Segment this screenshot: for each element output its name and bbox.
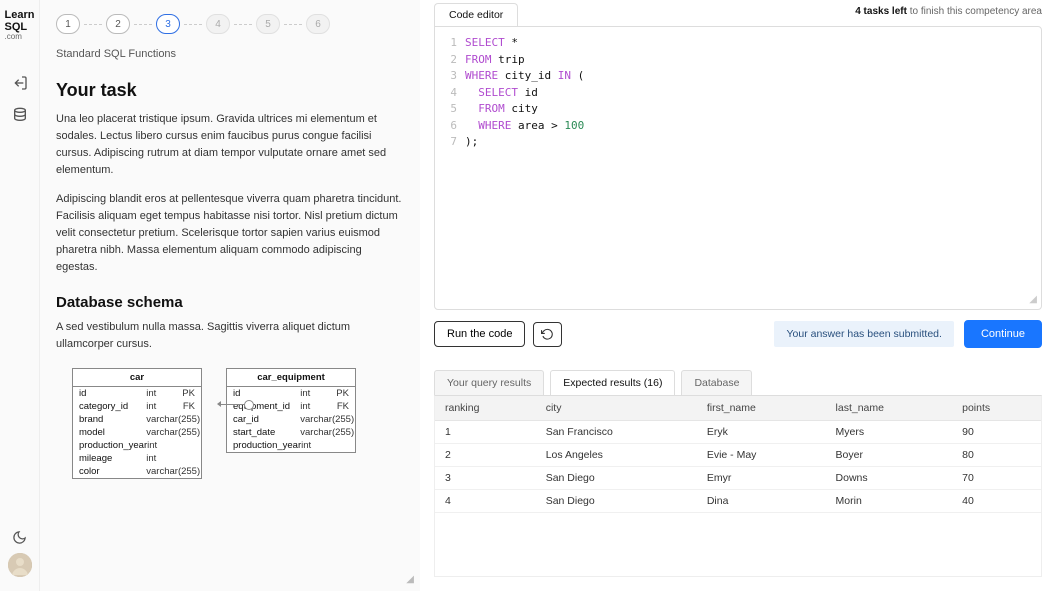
brand-sub: .com	[5, 33, 35, 41]
table-row: 4San DiegoDinaMorin40	[435, 490, 1041, 513]
step-5[interactable]: 5	[256, 14, 280, 34]
results-tab[interactable]: Expected results (16)	[550, 370, 675, 395]
step-1[interactable]: 1	[56, 14, 80, 34]
brand-line2: SQL	[5, 21, 28, 33]
table-row: 3San DiegoEmyrDowns70	[435, 467, 1041, 490]
entity-column: start_datevarchar(255)	[227, 426, 355, 439]
tasks-left-count: 4 tasks left	[855, 6, 907, 17]
step-3[interactable]: 3	[156, 14, 180, 34]
column-header: points	[952, 396, 1041, 421]
reset-button[interactable]	[533, 322, 562, 347]
table-header-row: rankingcityfirst_namelast_namepoints	[435, 396, 1041, 421]
schema-diagram: caridintPKcategory_idintFKbrandvarchar(2…	[72, 368, 404, 479]
submit-notice: Your answer has been submitted.	[774, 321, 953, 347]
entity-column: idintPK	[227, 387, 355, 400]
nav-rail: Learn SQL .com	[0, 0, 40, 591]
schema-intro: A sed vestibulum nulla massa. Sagittis v…	[56, 319, 404, 353]
entity-column: production_yearint	[73, 439, 201, 452]
database-icon[interactable]	[12, 107, 28, 123]
entity-title: car_equipment	[227, 369, 355, 387]
column-header: last_name	[826, 396, 953, 421]
entity-column: brandvarchar(255)	[73, 413, 201, 426]
entity-column: modelvarchar(255)	[73, 426, 201, 439]
avatar[interactable]	[8, 553, 32, 577]
instructions-panel: 123456 Standard SQL Functions Your task …	[40, 0, 420, 591]
resize-handle-icon[interactable]: ◢	[1029, 294, 1037, 305]
table-row: 1San FranciscoErykMyers90	[435, 421, 1041, 444]
entity-car: caridintPKcategory_idintFKbrandvarchar(2…	[72, 368, 202, 479]
results-tabs: Your query resultsExpected results (16)D…	[434, 370, 1042, 395]
column-header: city	[536, 396, 697, 421]
results-body: rankingcityfirst_namelast_namepoints 1Sa…	[434, 395, 1042, 577]
column-header: ranking	[435, 396, 536, 421]
table-row: 2Los AngelesEvie - MayBoyer80	[435, 444, 1041, 467]
tasks-left-rest: to finish this competency area	[907, 6, 1042, 17]
brand-logo[interactable]: Learn SQL .com	[5, 10, 35, 41]
tasks-left-label: 4 tasks left to finish this competency a…	[855, 6, 1042, 17]
run-code-button[interactable]: Run the code	[434, 321, 525, 347]
resize-handle-icon[interactable]: ◢	[406, 574, 414, 585]
entity-car_equipment: car_equipmentidintPKequipment_idintFKcar…	[226, 368, 356, 453]
continue-button[interactable]: Continue	[964, 320, 1042, 348]
task-paragraph-1: Una leo placerat tristique ipsum. Gravid…	[56, 111, 404, 179]
entity-title: car	[73, 369, 201, 387]
line-gutter: 1234567	[435, 35, 465, 301]
editor-actions: Run the code Your answer has been submit…	[420, 310, 1056, 358]
entity-column: idintPK	[73, 387, 201, 400]
workspace-panel: Code editor 4 tasks left to finish this …	[420, 0, 1056, 591]
code-editor[interactable]: 1234567 SELECT *FROM tripWHERE city_id I…	[434, 26, 1042, 310]
results-table: rankingcityfirst_namelast_namepoints 1Sa…	[435, 396, 1041, 513]
tab-code-editor[interactable]: Code editor	[434, 3, 518, 26]
entity-column: car_idvarchar(255)	[227, 413, 355, 426]
theme-toggle-icon[interactable]	[12, 530, 27, 545]
step-4[interactable]: 4	[206, 14, 230, 34]
results-tab[interactable]: Database	[681, 370, 752, 395]
code-source[interactable]: SELECT *FROM tripWHERE city_id IN ( SELE…	[465, 35, 584, 301]
schema-heading: Database schema	[56, 294, 404, 311]
entity-column: colorvarchar(255)	[73, 465, 201, 478]
refresh-icon	[541, 328, 554, 341]
course-subtitle: Standard SQL Functions	[56, 48, 404, 60]
progress-steps: 1 2 3 4 5 6	[56, 14, 404, 34]
entity-column: production_yearint	[227, 439, 355, 452]
relation-line	[220, 404, 248, 405]
step-6[interactable]: 6	[306, 14, 330, 34]
task-paragraph-2: Adipiscing blandit eros at pellentesque …	[56, 191, 404, 276]
entity-column: category_idintFK	[73, 400, 201, 413]
column-header: first_name	[697, 396, 826, 421]
entity-column: mileageint	[73, 452, 201, 465]
brand-line1: Learn	[5, 9, 35, 21]
step-2[interactable]: 2	[106, 14, 130, 34]
editor-topbar: Code editor 4 tasks left to finish this …	[420, 0, 1056, 26]
exit-icon[interactable]	[12, 75, 28, 91]
task-heading: Your task	[56, 80, 404, 101]
results-tab[interactable]: Your query results	[434, 370, 544, 395]
